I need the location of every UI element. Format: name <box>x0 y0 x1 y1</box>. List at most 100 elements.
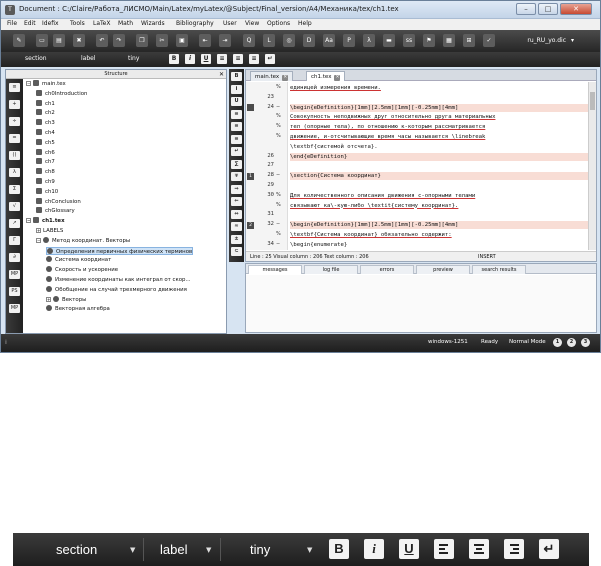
tree-item[interactable]: + Векторы <box>46 295 86 304</box>
redo-icon[interactable]: ↷ <box>113 34 125 47</box>
code-line[interactable] <box>290 182 588 190</box>
chevron-down-icon[interactable]: ▼ <box>307 546 312 554</box>
tree-item[interactable]: Векторная алгебра <box>46 305 110 313</box>
menu-math[interactable]: Math <box>118 20 133 27</box>
structure-symbol-icon[interactable]: ≡ <box>9 83 20 92</box>
italic-button-zoomed[interactable]: i <box>364 539 384 559</box>
structure-symbol-icon[interactable]: λ <box>9 168 20 177</box>
align-right-icon[interactable] <box>504 539 524 559</box>
code-line[interactable] <box>290 94 588 102</box>
menu-view[interactable]: View <box>245 20 259 27</box>
section-select[interactable]: section <box>25 55 47 62</box>
label-select-zoomed[interactable]: label <box>160 542 187 557</box>
editor-format-icon[interactable]: i <box>231 84 242 94</box>
code-line[interactable]: \textbf{системой отсчета}. <box>290 143 588 151</box>
structure-symbol-icon[interactable]: + <box>9 100 20 109</box>
ps-icon[interactable]: ▬ <box>383 34 395 47</box>
tab-search-results[interactable]: search results <box>472 265 526 274</box>
collapse-icon[interactable]: − <box>26 218 31 224</box>
title-bar[interactable]: T Document : C:/Claire/Работа_ЛИСМО/Main… <box>1 1 600 19</box>
menu-idefix[interactable]: Idefix <box>42 20 59 27</box>
bookmark-icon[interactable]: 2 <box>247 221 254 229</box>
code-line[interactable]: \section{Система координат} <box>290 172 588 181</box>
panel-toggle-icon[interactable]: ⁞ <box>5 339 7 346</box>
align-center-icon[interactable] <box>469 539 489 559</box>
lambda-icon[interactable]: λ <box>363 34 375 47</box>
editor-format-icon[interactable]: ∑ <box>231 159 242 169</box>
tree-item[interactable]: Система координат <box>46 256 111 264</box>
quick-build-icon[interactable]: ⚑ <box>423 34 435 47</box>
label-select[interactable]: label <box>81 55 96 62</box>
expand-icon[interactable]: + <box>46 296 51 302</box>
bookmark-3-button[interactable]: 3 <box>581 338 590 347</box>
code-line[interactable]: \begin{enumerate} <box>290 241 588 249</box>
grid-icon[interactable]: ⊞ <box>463 34 475 47</box>
dictionary-select[interactable]: ru_RU_yo.dic <box>527 37 566 44</box>
tree-item[interactable]: Изменение координаты как интеграл от ско… <box>46 276 191 284</box>
tree-item[interactable]: ch3 <box>36 119 55 127</box>
newline-button[interactable]: ↵ <box>265 54 275 64</box>
tab-messages[interactable]: messages <box>248 265 302 274</box>
menu-wizards[interactable]: Wizards <box>141 20 165 27</box>
align-center-button[interactable]: ≡ <box>233 54 243 64</box>
structure-symbol-icon[interactable]: √ <box>9 202 20 211</box>
code-line[interactable]: \begin{eDefinition}[1mm][2.5mm][1mm][-0.… <box>290 103 588 112</box>
tree-item[interactable]: + LABELS <box>36 227 63 235</box>
editor-format-icon[interactable]: ± <box>231 234 242 244</box>
editor-format-icon[interactable]: ≡ <box>231 109 242 119</box>
messages-body[interactable] <box>246 275 596 332</box>
structure-symbol-icon[interactable]: ∂ <box>9 253 20 262</box>
tree-item[interactable]: Обобщение на случай трехмерного движения <box>46 285 187 294</box>
tab-log-file[interactable]: log file <box>304 265 358 274</box>
code-area[interactable]: единицей измерения времени. \begin{eDefin… <box>290 82 588 250</box>
font-icon[interactable]: Aa <box>323 34 335 47</box>
chevron-down-icon[interactable]: ▾ <box>571 37 574 44</box>
menu-help[interactable]: Help <box>298 20 312 27</box>
structure-symbol-icon[interactable]: Σ <box>9 185 20 194</box>
tree-item[interactable]: ch7 <box>36 158 55 166</box>
editor-format-icon[interactable]: ≡ <box>231 134 242 144</box>
forward-icon[interactable]: ⇥ <box>219 34 231 47</box>
section-select-zoomed[interactable]: section <box>56 542 97 557</box>
tree-item[interactable]: ch0Introduction <box>36 89 87 98</box>
close-tab-icon[interactable]: ✕ <box>334 75 341 81</box>
bookmark-icon[interactable]: 1 <box>247 172 254 180</box>
tree-item[interactable]: − ch1.tex <box>26 217 65 225</box>
menu-tools[interactable]: Tools <box>70 20 85 27</box>
structure-symbol-icon[interactable]: Γ <box>9 236 20 245</box>
dvi-icon[interactable]: D <box>303 34 315 47</box>
tree-item[interactable]: chConclusion <box>36 197 81 206</box>
tree-item[interactable]: ch2 <box>36 109 55 117</box>
tree-item[interactable]: ch1 <box>36 99 55 108</box>
menu-edit[interactable]: Edit <box>24 20 36 27</box>
structure-symbol-icon[interactable]: PS <box>9 287 20 296</box>
close-tab-icon[interactable]: ✕ <box>282 75 289 81</box>
tree-item[interactable]: Определения первичных физических термино… <box>46 246 194 255</box>
structure-symbol-icon[interactable]: ↗ <box>9 219 20 228</box>
editor-format-icon[interactable]: ⇔ <box>231 209 242 219</box>
bookmark-2-button[interactable]: 2 <box>567 338 576 347</box>
newline-icon[interactable]: ↵ <box>539 539 559 559</box>
code-line[interactable]: связывают ка\-кую-либо \textit{систему к… <box>290 202 588 210</box>
menu-options[interactable]: Options <box>267 20 290 27</box>
maximize-button[interactable]: □ <box>538 3 558 15</box>
expand-icon[interactable]: + <box>36 228 41 233</box>
editor-format-icon[interactable]: ≡ <box>231 122 242 131</box>
tab-ch1-tex[interactable]: ch1.tex ✕ <box>306 71 346 81</box>
fold-icon[interactable]: − <box>276 241 280 247</box>
editor-format-icon[interactable]: ≈ <box>231 222 242 231</box>
view-icon[interactable]: ◎ <box>283 34 295 47</box>
find-icon[interactable]: Q <box>243 34 255 47</box>
tree-item[interactable]: chGlossary <box>36 207 75 215</box>
close-file-icon[interactable]: ✖ <box>73 34 85 47</box>
tree-item[interactable]: ch8 <box>36 168 55 176</box>
paste-icon[interactable]: ▣ <box>176 34 188 47</box>
tab-main-tex[interactable]: main.tex ✕ <box>250 71 294 81</box>
menu-latex[interactable]: LaTeX <box>93 20 110 27</box>
underline-button-zoomed[interactable]: U <box>399 539 419 559</box>
italic-button[interactable]: i <box>185 54 195 64</box>
align-left-button[interactable]: ≡ <box>217 54 227 64</box>
tree-item[interactable]: ch6 <box>36 148 55 157</box>
code-line[interactable]: Совокупность неподвижных друг относитель… <box>290 113 588 121</box>
tab-preview[interactable]: preview <box>416 265 470 274</box>
